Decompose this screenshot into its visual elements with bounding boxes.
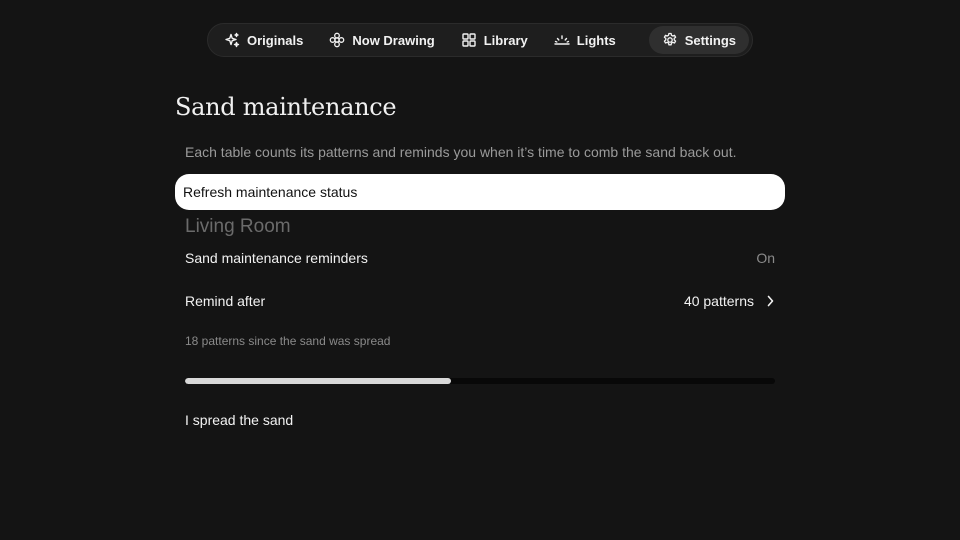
nav-now-drawing[interactable]: Now Drawing <box>316 26 447 54</box>
grid-icon <box>462 33 476 47</box>
reminders-setting-row[interactable]: Sand maintenance reminders On <box>185 249 775 267</box>
table-name-heading: Living Room <box>185 216 291 237</box>
remind-after-value: 40 patterns <box>683 293 754 309</box>
refresh-maintenance-button[interactable]: Refresh maintenance status <box>175 174 785 210</box>
remind-after-label: Remind after <box>185 293 266 309</box>
gear-icon <box>663 32 676 46</box>
remind-after-row[interactable]: Remind after 40 patterns <box>185 292 775 310</box>
nav-label: Now Drawing <box>352 32 435 48</box>
top-nav: Originals Now Drawing Library Lights Set… <box>207 23 753 57</box>
reminders-value: On <box>756 250 775 266</box>
nav-label: Library <box>483 32 528 48</box>
nav-originals[interactable]: Originals <box>211 26 316 54</box>
sunrise-icon <box>554 35 570 45</box>
reminders-label: Sand maintenance reminders <box>185 250 368 266</box>
page-title: Sand maintenance <box>175 93 397 121</box>
nav-label: Lights <box>576 32 616 48</box>
maintenance-progress-bar <box>185 378 775 384</box>
nav-label: Settings <box>684 32 736 48</box>
pattern-count-text: 18 patterns since the sand was spread <box>185 334 391 348</box>
maintenance-progress-fill <box>185 378 451 384</box>
nav-settings[interactable]: Settings <box>648 26 749 54</box>
page-description: Each table counts its patterns and remin… <box>185 144 737 160</box>
chevron-right-icon <box>767 295 774 307</box>
flower-icon <box>330 32 345 48</box>
refresh-button-label: Refresh maintenance status <box>183 184 358 200</box>
sparkle-icon <box>225 32 240 48</box>
nav-lights[interactable]: Lights <box>541 26 629 54</box>
nav-library[interactable]: Library <box>448 26 541 54</box>
nav-label: Originals <box>247 32 304 48</box>
remind-after-value-group: 40 patterns <box>684 293 775 309</box>
spread-sand-button[interactable]: I spread the sand <box>185 412 293 428</box>
